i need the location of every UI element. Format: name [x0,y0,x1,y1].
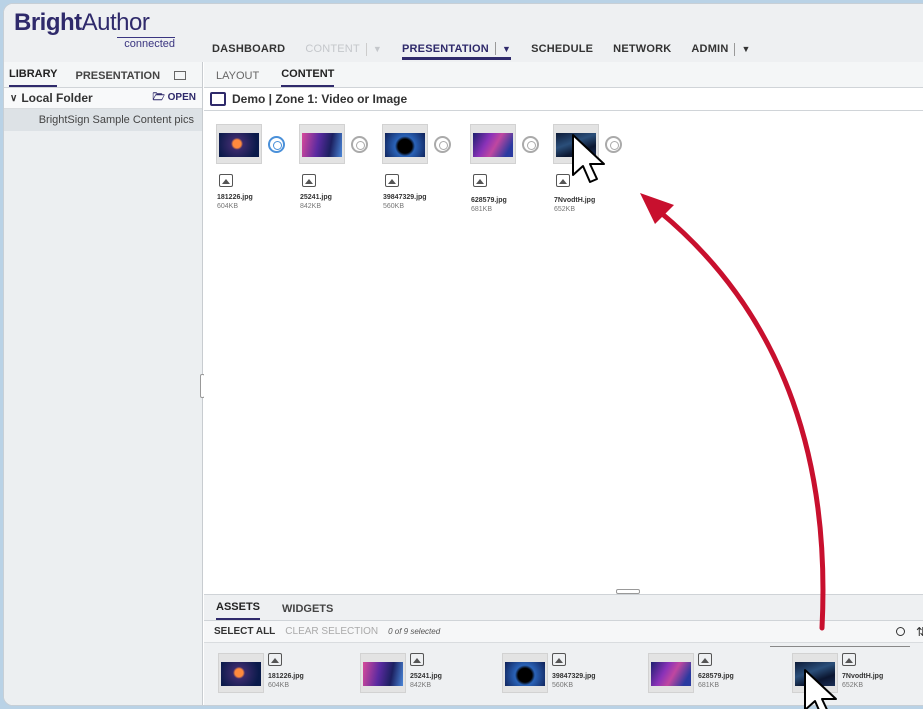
chevron-down-icon[interactable]: ∨ [10,93,17,104]
top-nav: DASHBOARD CONTENT ▼ PRESENTATION ▼ SCHEDUL… [212,38,771,60]
transition-icon[interactable] [268,136,285,153]
clear-selection-button[interactable]: CLEAR SELECTION [285,626,378,637]
thumbnail [360,653,406,693]
logo-tagline: connected [117,37,175,50]
tab-presentation[interactable]: PRESENTATION [75,70,160,87]
image-icon [552,653,566,666]
panel-toggle-icon[interactable] [174,71,187,80]
nav-network[interactable]: NETWORK [613,39,671,59]
thumbnail [553,124,599,164]
chevron-down-icon[interactable]: ▼ [502,44,511,54]
nav-dashboard[interactable]: DASHBOARD [212,39,285,59]
folder-item[interactable]: BrightSign Sample Content pics [4,109,202,131]
image-icon [268,653,282,666]
library-tabs: LIBRARY PRESENTATION [4,62,202,88]
image-icon [473,174,487,187]
asset-search-input[interactable] [770,635,910,647]
library-panel: LIBRARY PRESENTATION ∨ Local Folder 🗁 OP… [4,62,203,705]
nav-schedule[interactable]: SCHEDULE [531,39,593,59]
thumbnail [792,653,838,693]
transition-icon[interactable] [351,136,368,153]
select-all-button[interactable]: SELECT ALL [214,626,275,637]
zone-header: Demo | Zone 1: Video or Image [204,88,923,111]
thumbnail [299,124,345,164]
asset-item[interactable]: 628579.jpg 681KB [648,653,758,693]
sort-icon[interactable]: ⇅ [916,625,923,639]
main-panel: LAYOUT CONTENT Demo | Zone 1: Video or I… [204,62,923,705]
nav-admin[interactable]: ADMIN ▼ [691,39,750,59]
presentation-subtabs: LAYOUT CONTENT [204,62,923,88]
thumbnail [216,124,262,164]
thumbnail [218,653,264,693]
zone-content-area[interactable]: 181226.jpg 604KB 25241.jpg 842KB 3984732… [204,112,923,592]
assets-tabs: ASSETS WIDGETS [204,595,923,621]
tab-content[interactable]: CONTENT [281,68,335,87]
image-icon [698,653,712,666]
chevron-down-icon[interactable]: ▼ [373,44,382,54]
monitor-icon [210,92,226,106]
tab-assets[interactable]: ASSETS [216,601,261,620]
app-window: BrightAuthor connected DASHBOARD CONTENT… [3,3,923,706]
open-folder-button[interactable]: 🗁 OPEN [152,90,196,107]
tab-widgets[interactable]: WIDGETS [282,603,333,620]
tab-layout[interactable]: LAYOUT [216,70,259,87]
selection-count: 0 of 9 selected [388,627,441,636]
thumbnail [502,653,548,693]
image-icon [302,174,316,187]
image-icon [385,174,399,187]
chevron-down-icon[interactable]: ▼ [741,44,750,54]
asset-item[interactable]: 39847329.jpg 560KB [502,653,612,693]
image-icon [219,174,233,187]
transition-icon[interactable] [605,136,622,153]
thumbnail [648,653,694,693]
brightauthor-logo: BrightAuthor connected [14,9,175,50]
image-icon [842,653,856,666]
assets-panel: ASSETS WIDGETS SELECT ALL CLEAR SELECTIO… [204,594,923,705]
transition-icon[interactable] [434,136,451,153]
asset-item[interactable]: 25241.jpg 842KB [360,653,470,693]
header: BrightAuthor connected DASHBOARD CONTENT… [4,4,923,62]
folder-open-icon: 🗁 [152,91,165,103]
image-icon [556,174,570,187]
thumbnail [470,124,516,164]
transition-icon[interactable] [522,136,539,153]
asset-item[interactable]: 7NvodtH.jpg 652KB [792,653,902,693]
local-folder-header[interactable]: ∨ Local Folder 🗁 OPEN [4,88,202,109]
search-icon[interactable] [896,627,905,636]
tab-library[interactable]: LIBRARY [9,68,58,87]
asset-item[interactable]: 181226.jpg 604KB [218,653,328,693]
nav-content[interactable]: CONTENT ▼ [305,39,382,59]
image-icon [410,653,424,666]
nav-presentation[interactable]: PRESENTATION ▼ [402,38,512,60]
thumbnail [382,124,428,164]
